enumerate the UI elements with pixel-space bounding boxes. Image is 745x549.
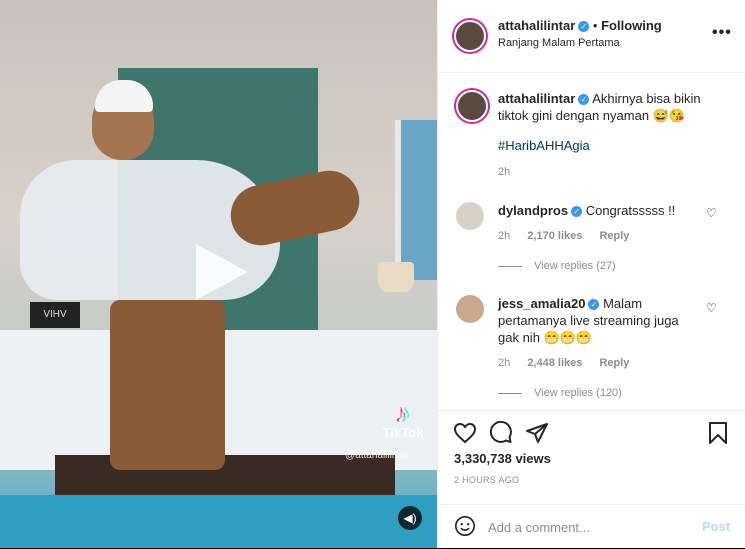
- speaker-icon[interactable]: ◀): [398, 506, 422, 530]
- commenter-username[interactable]: dylandpros: [498, 203, 568, 218]
- comment-body: Congratsssss !!: [585, 203, 676, 218]
- add-comment-bar: Post: [438, 504, 745, 549]
- play-icon[interactable]: [196, 244, 248, 300]
- tiktok-label: TikTok: [382, 425, 424, 440]
- heart-icon[interactable]: [453, 421, 477, 445]
- view-count[interactable]: 3,330,738 views: [454, 451, 551, 466]
- comment-timestamp: 2h: [498, 357, 511, 369]
- background-rug: [0, 495, 437, 548]
- verified-badge-icon: ✓: [571, 206, 583, 218]
- commenter-avatar[interactable]: [456, 295, 484, 323]
- comment-icon[interactable]: [489, 421, 513, 445]
- comment-timestamp: 2h: [498, 230, 511, 242]
- following-button[interactable]: Following: [601, 18, 662, 33]
- tiktok-note-icon: ♪: [396, 398, 410, 428]
- paper-plane-icon[interactable]: [525, 421, 549, 445]
- view-replies-label: View replies (27): [534, 260, 616, 272]
- groom-sarong: [110, 300, 225, 470]
- author-avatar[interactable]: [454, 20, 486, 52]
- instagram-post-modal: VIHV ♪ TikTok @attahalilintar ◀) attahal…: [0, 0, 745, 548]
- view-replies-button[interactable]: View replies (27): [498, 260, 616, 272]
- reply-button[interactable]: Reply: [599, 357, 629, 369]
- post-header: attahalilintar ✓ • Following Ranjang Mala…: [438, 0, 745, 73]
- verified-badge-icon: ✓: [578, 21, 590, 33]
- separator-dot: •: [592, 18, 602, 33]
- commenter-avatar[interactable]: [456, 202, 484, 230]
- smiley-icon[interactable]: [454, 515, 476, 537]
- verified-badge-icon: ✓: [578, 94, 590, 106]
- background-window: [395, 120, 437, 280]
- location-link[interactable]: Ranjang Malam Pertama: [498, 37, 620, 49]
- more-icon[interactable]: •••: [712, 24, 732, 42]
- caption-text: attahalilintar ✓ Akhirnya bisa bikin tikt…: [498, 90, 723, 124]
- header-author-row: attahalilintar ✓ • Following: [498, 18, 662, 33]
- comment-likes[interactable]: 2,448 likes: [527, 357, 582, 369]
- comment-input[interactable]: [486, 516, 690, 538]
- replies-line: [498, 392, 522, 394]
- post-timestamp[interactable]: 2 HOURS AGO: [454, 475, 519, 485]
- post-comment-button[interactable]: Post: [702, 519, 730, 534]
- comments-list[interactable]: attahalilintar ✓ Akhirnya bisa bikin tikt…: [438, 72, 745, 410]
- comment-like-heart-icon[interactable]: ♡: [706, 206, 717, 220]
- tiktok-watermark: ♪ TikTok: [378, 398, 428, 440]
- hashtag-link[interactable]: #HaribAHHAgia: [498, 138, 590, 153]
- comment-likes[interactable]: 2,170 likes: [527, 230, 582, 242]
- background-clock: VIHV: [30, 302, 80, 328]
- video-player[interactable]: VIHV ♪ TikTok @attahalilintar ◀): [0, 0, 437, 548]
- bookmark-icon[interactable]: [706, 421, 730, 445]
- view-replies-button[interactable]: View replies (120): [498, 387, 622, 399]
- caption-timestamp: 2h: [498, 166, 511, 178]
- verified-badge-icon: ✓: [588, 299, 600, 311]
- caption-author-username[interactable]: attahalilintar: [498, 91, 575, 106]
- post-side-panel: attahalilintar ✓ • Following Ranjang Mala…: [437, 0, 745, 548]
- comment-meta: 2h 2,170 likes Reply: [498, 230, 643, 242]
- comment-meta: 2h 2,448 likes Reply: [498, 357, 643, 369]
- comment-like-heart-icon[interactable]: ♡: [706, 301, 717, 315]
- commenter-username[interactable]: jess_amalia20: [498, 296, 585, 311]
- view-replies-label: View replies (120): [534, 387, 622, 399]
- caption-author-avatar[interactable]: [456, 90, 488, 122]
- comment-text: dylandpros ✓ Congratsssss !!: [498, 202, 698, 219]
- author-username[interactable]: attahalilintar: [498, 18, 575, 33]
- tiktok-handle: @attahalilintar: [345, 450, 410, 461]
- comment-text: jess_amalia20 ✓ Malam pertamanya live str…: [498, 295, 698, 346]
- reply-button[interactable]: Reply: [599, 230, 629, 242]
- background-lamp: [378, 262, 414, 292]
- replies-line: [498, 265, 522, 267]
- post-actions: 3,330,738 views 2 HOURS AGO: [438, 410, 745, 505]
